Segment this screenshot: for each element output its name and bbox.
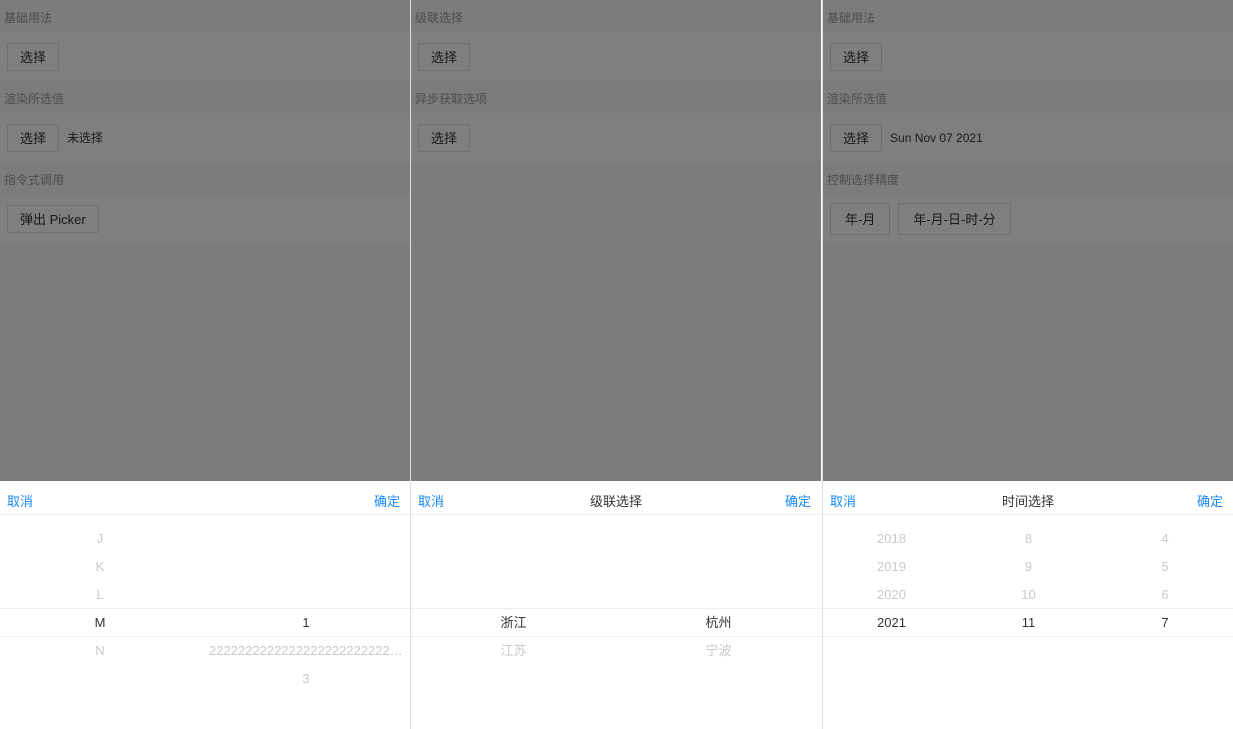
- modal-overlay[interactable]: [0, 0, 410, 481]
- picker-option-selected[interactable]: 1: [206, 609, 406, 637]
- picker-option[interactable]: 222222222222222222222222222222222222: [209, 637, 406, 665]
- picker-title: 时间选择: [1001, 494, 1054, 509]
- picker-title: 级联选择: [589, 494, 642, 509]
- confirm-button[interactable]: 确定: [1197, 491, 1223, 510]
- picker-columns[interactable]: J K L M N 1 2222222222222222222222222222…: [0, 515, 410, 729]
- picker-option-selected[interactable]: 2021: [823, 609, 960, 637]
- picker-demo-panel-datetime: 基础用法 选择 渲染所选值 选择 Sun Nov 07 2021 控制选择精度 …: [823, 0, 1233, 729]
- picker-columns[interactable]: 2018 2019 2020 2021 8 9 10 11 4 5 6 7: [823, 515, 1233, 729]
- picker-column-province[interactable]: 浙江 江苏: [411, 515, 616, 729]
- picker-option-selected[interactable]: 浙江: [411, 609, 616, 637]
- picker-option[interactable]: 2019: [823, 553, 960, 581]
- modal-overlay[interactable]: [411, 0, 821, 481]
- picker-option[interactable]: 10: [960, 581, 1097, 609]
- picker-column-city[interactable]: 杭州 宁波: [616, 515, 821, 729]
- picker-option[interactable]: 9: [960, 553, 1097, 581]
- picker-toolbar: 取消 时间选择 确定: [823, 481, 1233, 515]
- picker-option-selected[interactable]: 11: [960, 609, 1097, 637]
- picker-option[interactable]: J: [0, 525, 200, 553]
- picker-option[interactable]: 5: [1097, 553, 1233, 581]
- picker-toolbar: 取消 确定: [0, 481, 410, 515]
- picker-option[interactable]: 8: [960, 525, 1097, 553]
- picker-demo-panel-basic: 基础用法 选择 渲染所选值 选择 未选择 指令式调用 弹出 Picker 取消 …: [0, 0, 410, 729]
- picker-column-letters[interactable]: J K L M N: [0, 515, 200, 729]
- picker-column-year[interactable]: 2018 2019 2020 2021: [823, 515, 960, 729]
- picker-option[interactable]: 6: [1097, 581, 1233, 609]
- confirm-button[interactable]: 确定: [374, 491, 400, 510]
- picker-option[interactable]: K: [0, 553, 200, 581]
- picker-toolbar: 取消 级联选择 确定: [411, 481, 821, 515]
- picker-option[interactable]: N: [0, 637, 200, 665]
- picker-sheet: 取消 级联选择 确定 浙江 江苏 杭州 宁波: [411, 481, 821, 729]
- picker-option[interactable]: 2018: [823, 525, 960, 553]
- picker-option[interactable]: 4: [1097, 525, 1233, 553]
- picker-sheet: 取消 确定 J K L M N 1 2222222222222222222222…: [0, 481, 410, 729]
- picker-demo-panel-cascade: 级联选择 选择 异步获取选项 选择 取消 级联选择 确定 浙江 江苏 杭州 宁波: [411, 0, 821, 729]
- picker-option-selected[interactable]: 7: [1097, 609, 1233, 637]
- picker-column-day[interactable]: 4 5 6 7: [1097, 515, 1233, 729]
- picker-columns[interactable]: 浙江 江苏 杭州 宁波: [411, 515, 821, 729]
- picker-option[interactable]: 江苏: [411, 637, 616, 665]
- picker-column-month[interactable]: 8 9 10 11: [960, 515, 1097, 729]
- picker-option-selected[interactable]: M: [0, 609, 200, 637]
- confirm-button[interactable]: 确定: [785, 491, 811, 510]
- modal-overlay[interactable]: [823, 0, 1233, 481]
- picker-column-numbers[interactable]: 1 222222222222222222222222222222222222 3: [206, 515, 406, 729]
- picker-option[interactable]: 2020: [823, 581, 960, 609]
- picker-option[interactable]: L: [0, 581, 200, 609]
- picker-sheet: 取消 时间选择 确定 2018 2019 2020 2021 8 9 10 11…: [823, 481, 1233, 729]
- picker-option[interactable]: 宁波: [616, 637, 821, 665]
- cancel-button[interactable]: 取消: [7, 491, 33, 510]
- picker-option[interactable]: 3: [206, 665, 406, 693]
- picker-option-selected[interactable]: 杭州: [616, 609, 821, 637]
